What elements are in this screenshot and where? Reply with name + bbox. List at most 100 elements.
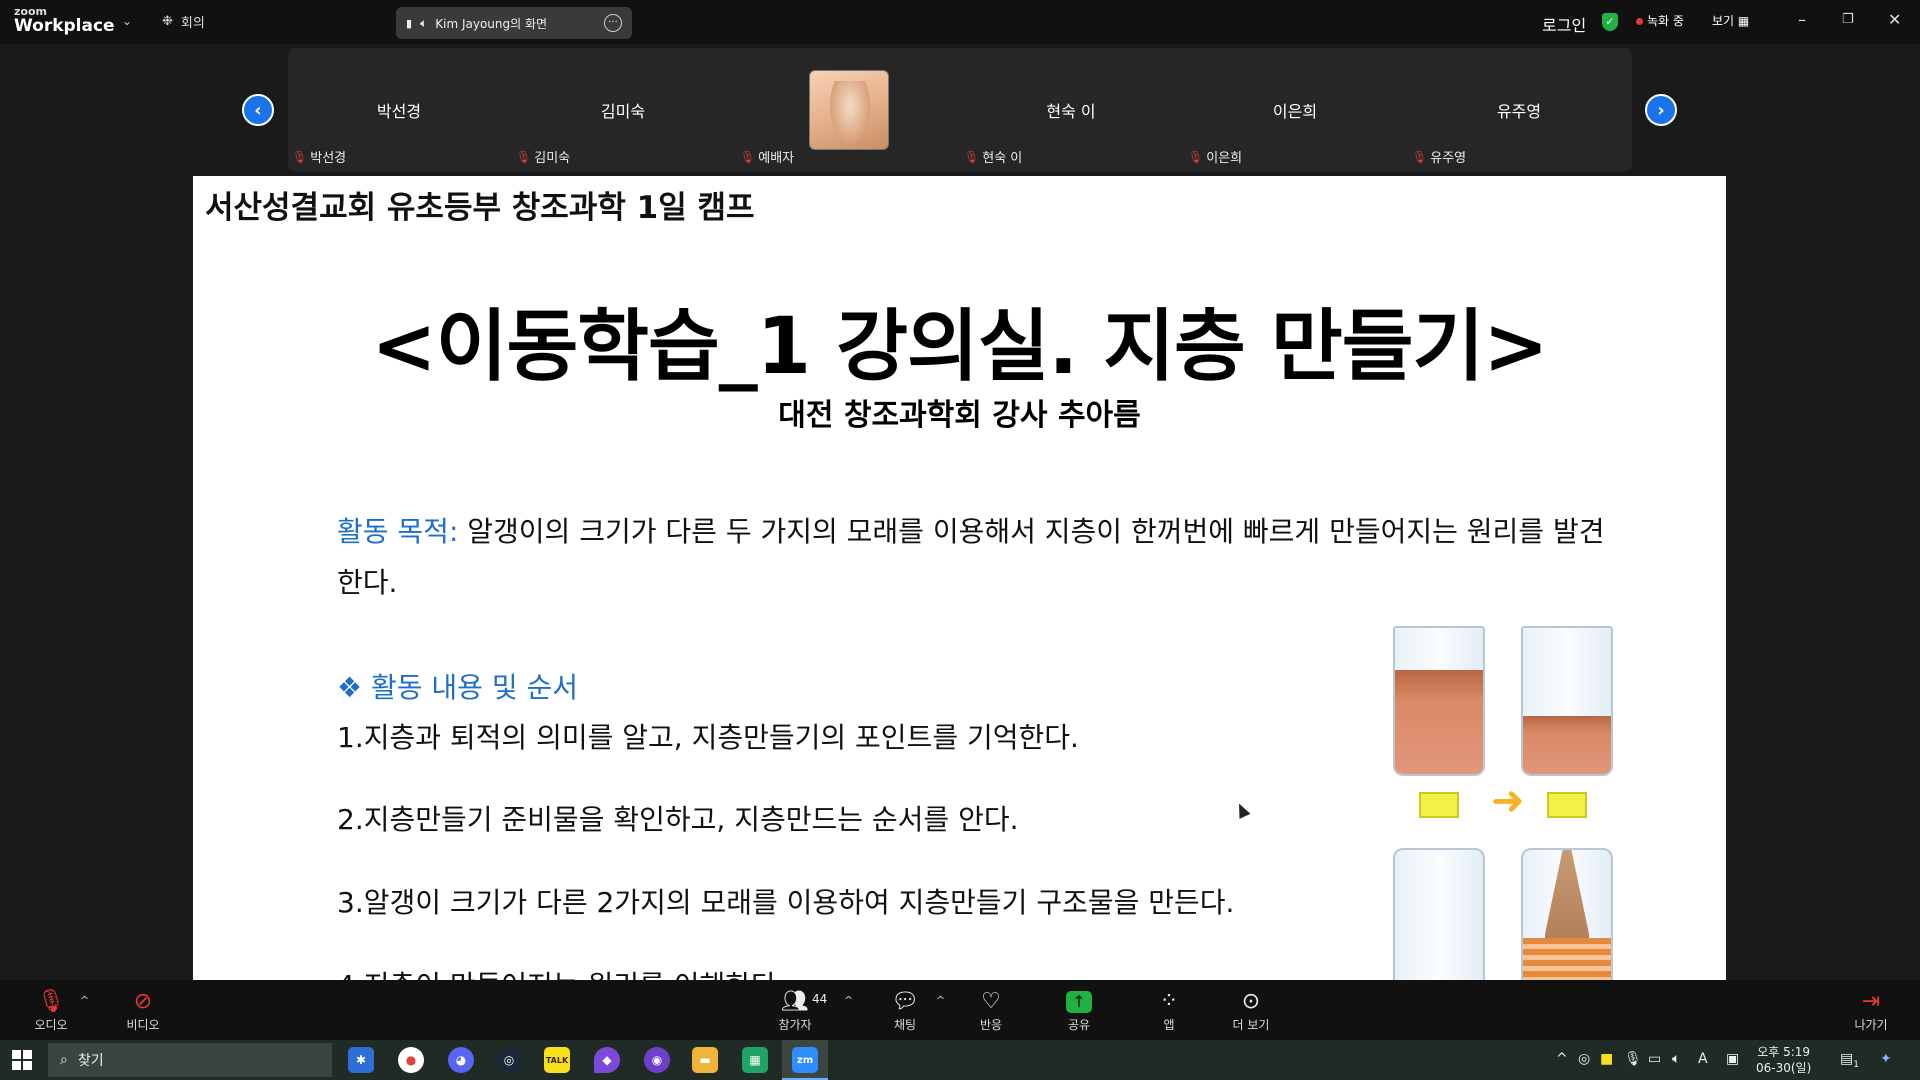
- video-off-icon: ⊘: [133, 989, 153, 1014]
- file-explorer-icon[interactable]: ▬: [692, 1047, 718, 1073]
- step-item: 1.지층과 퇴적의 의미를 알고, 지층만들기의 포인트를 기억한다.: [337, 721, 1079, 754]
- logo-main-text: Workplace: [14, 16, 115, 36]
- clock-date: 06-30(일): [1756, 1061, 1812, 1075]
- step-item: 3.알갱이 크기가 다른 2가지의 모래를 이용하여 지층만들기 구조물을 만든…: [337, 886, 1235, 919]
- security-shield-icon[interactable]: ✓: [1602, 13, 1618, 31]
- volume-tray-icon[interactable]: 🔈︎: [1672, 1051, 1680, 1067]
- tray-expand-icon[interactable]: ^: [1556, 1051, 1568, 1067]
- meeting-controls-bar: 🎙︎ 오디오 ^ ⊘ 비디오 👥︎ 참가자 44 ^ 💬︎ 채팅 ^ ♡ 반응 ↑ 공유 ⁘…: [0, 980, 1920, 1040]
- participant-tile[interactable]: 이은희 🎙︎ 이은희: [1184, 48, 1406, 172]
- participant-name: 김미숙: [600, 102, 646, 121]
- mic-muted-icon: 🎙︎: [740, 149, 756, 164]
- participant-label-text: 현숙 이: [982, 151, 1023, 166]
- recording-indicator[interactable]: 녹화 중: [1636, 12, 1684, 29]
- next-page-button[interactable]: ›: [1645, 94, 1677, 126]
- share-label: Kim Jayoung의 화면: [435, 16, 548, 31]
- network-tray-icon[interactable]: ▭: [1648, 1051, 1661, 1067]
- kakaotalk-tray-icon[interactable]: ■: [1600, 1051, 1613, 1067]
- step-item: 4.지층이 만들어지는 원리를 이해한다.: [337, 964, 786, 980]
- keyboard-layout-icon[interactable]: ▣: [1726, 1051, 1739, 1067]
- participant-label: 🎙︎ 김미숙: [516, 147, 571, 167]
- participant-name: 현숙 이: [1046, 102, 1096, 121]
- chrome-app-icon[interactable]: ●: [398, 1047, 424, 1073]
- react-label: 반응: [979, 1018, 1003, 1032]
- participants-group-icon: ❉: [162, 14, 173, 29]
- audio-options-caret-icon[interactable]: ^: [80, 994, 89, 1007]
- grid-icon: ▦: [1737, 14, 1750, 28]
- drop-app-icon[interactable]: ◆: [594, 1047, 620, 1073]
- bottle-bottom-left: [1393, 848, 1485, 980]
- sand-fill: [1523, 716, 1611, 774]
- copilot-app-icon[interactable]: ✱: [348, 1047, 374, 1073]
- chevron-down-icon[interactable]: ⌄: [122, 14, 132, 28]
- heart-icon: ♡: [981, 989, 1001, 1014]
- leave-button[interactable]: ⇥ 나가기: [1836, 988, 1906, 1033]
- ime-indicator[interactable]: A: [1698, 1051, 1708, 1067]
- apps-label: 앱: [1163, 1018, 1175, 1032]
- purpose-text: 알갱이의 크기가 다른 두 가지의 모래를 이용해서 지층이 한꺼번에 빠르게 …: [337, 515, 1605, 599]
- view-button[interactable]: 보기 ▦: [1712, 12, 1749, 29]
- microphone-tray-icon[interactable]: 🎙︎: [1624, 1051, 1642, 1067]
- participant-label-text: 김미숙: [534, 151, 571, 166]
- section-heading: ❖ 활동 내용 및 순서: [337, 671, 579, 704]
- steam-tray-icon[interactable]: ◎: [1578, 1051, 1590, 1067]
- more-dots-icon: ⊙: [1241, 989, 1261, 1014]
- apps-button[interactable]: ⁘ 앱: [1134, 988, 1204, 1033]
- mic-muted-icon: 🎙︎: [1188, 149, 1204, 164]
- excel-app-icon[interactable]: ▦: [742, 1047, 768, 1073]
- participant-tile[interactable]: 김미숙 🎙︎ 김미숙: [512, 48, 734, 172]
- minimize-icon[interactable]: –: [1798, 10, 1806, 29]
- leave-icon: ⇥: [1861, 989, 1881, 1014]
- taskbar-search-box[interactable]: ⌕ 찾기: [48, 1043, 332, 1077]
- zoom-app-icon[interactable]: zm: [792, 1047, 818, 1073]
- windows-taskbar: ⌕ 찾기 ✱ ● ◕ ◎ TALK ◆ ◉ ▬ ▦ zm ^ ◎ ■ 🎙︎ ▭ …: [0, 1040, 1920, 1080]
- mic-muted-icon: 🎙︎: [37, 989, 65, 1014]
- video-button[interactable]: ⊘ 비디오: [108, 988, 178, 1033]
- purpose-key: 활동 목적:: [337, 515, 459, 548]
- react-button[interactable]: ♡ 반응: [956, 988, 1026, 1033]
- discord-app-icon[interactable]: ◕: [448, 1047, 474, 1073]
- github-app-icon[interactable]: ◉: [644, 1047, 670, 1073]
- phone-icon: ▮: [406, 16, 413, 30]
- screen-share-indicator[interactable]: ▮ 🔈︎ Kim Jayoung의 화면 ···: [396, 7, 632, 39]
- participant-label-text: 이은희: [1206, 151, 1243, 166]
- more-button[interactable]: ⊙ 더 보기: [1216, 988, 1286, 1033]
- participant-label: 🎙︎ 이은희: [1188, 147, 1243, 167]
- zoom-workplace-logo[interactable]: zoom Workplace: [14, 6, 115, 35]
- slide-title: <이동학습_1 강의실. 지층 만들기>: [371, 302, 1548, 392]
- kakaotalk-app-icon[interactable]: TALK: [544, 1047, 570, 1073]
- steam-app-icon[interactable]: ◎: [496, 1047, 522, 1073]
- taskbar-clock[interactable]: 오후 5:19 06-30(일): [1756, 1044, 1811, 1076]
- participants-options-caret-icon[interactable]: ^: [844, 994, 853, 1007]
- notification-icon[interactable]: ▤1: [1840, 1051, 1859, 1070]
- mic-muted-icon: 🎙︎: [516, 149, 532, 164]
- login-button[interactable]: 로그인: [1542, 12, 1586, 36]
- windows-start-icon[interactable]: [12, 1050, 32, 1070]
- previous-page-button[interactable]: ‹: [242, 94, 274, 126]
- bottle-top-right: [1521, 626, 1613, 776]
- more-options-icon[interactable]: ···: [604, 14, 622, 32]
- meeting-info-button[interactable]: ❉ 회의: [162, 12, 205, 31]
- participant-name: 박선경: [376, 102, 422, 121]
- participant-label-text: 박선경: [310, 151, 347, 166]
- chat-options-caret-icon[interactable]: ^: [936, 994, 945, 1007]
- restore-icon[interactable]: ❐: [1842, 12, 1854, 27]
- leave-label: 나가기: [1854, 1018, 1888, 1032]
- video-label: 비디오: [126, 1018, 160, 1032]
- participant-tile[interactable]: 박선경 🎙︎ 박선경: [288, 48, 510, 172]
- copilot-tray-icon[interactable]: ✦: [1880, 1051, 1892, 1067]
- bottle-top-left: [1393, 626, 1485, 776]
- participant-tile[interactable]: 현숙 이 🎙︎ 현숙 이: [960, 48, 1182, 172]
- chat-button[interactable]: 💬︎ 채팅: [870, 988, 940, 1033]
- search-icon: ⌕: [60, 1052, 68, 1068]
- share-button[interactable]: ↑ 공유: [1044, 988, 1114, 1033]
- close-icon[interactable]: ✕: [1888, 10, 1901, 29]
- more-label: 더 보기: [1232, 1018, 1270, 1032]
- chat-label: 채팅: [893, 1018, 917, 1032]
- tape-band: [1419, 792, 1459, 818]
- chat-icon: 💬︎: [891, 989, 919, 1014]
- audio-button[interactable]: 🎙︎ 오디오: [16, 988, 86, 1033]
- strata-bottle-diagram: ➜: [1393, 626, 1633, 980]
- top-bar: zoom Workplace ⌄ ❉ 회의 ▮ 🔈︎ Kim Jayoung의 …: [0, 0, 1920, 44]
- participant-tile[interactable]: 유주영 🎙︎ 유주영: [1408, 48, 1630, 172]
